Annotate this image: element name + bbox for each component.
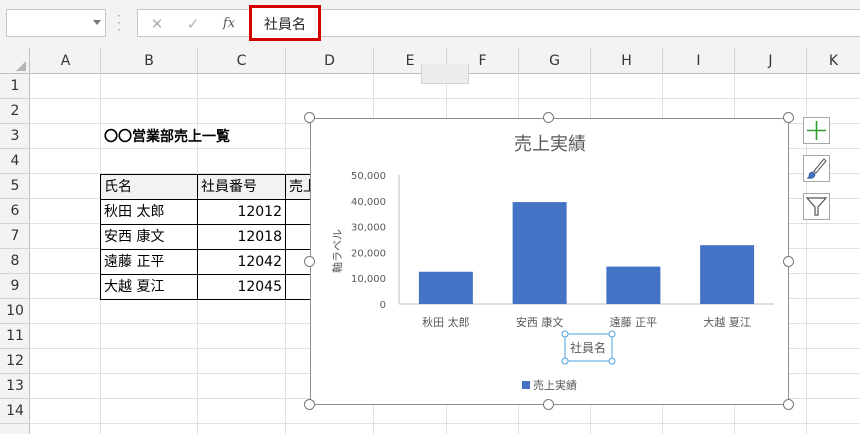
filter-icon [805, 197, 828, 216]
selection-handle[interactable] [608, 357, 616, 365]
column-header-I[interactable]: I [663, 48, 735, 74]
chart-elements-button[interactable] [803, 117, 830, 144]
row-header-4[interactable]: 4 [0, 149, 30, 174]
column-header-H[interactable]: H [591, 48, 663, 74]
chevron-down-icon[interactable] [93, 20, 101, 25]
table-cell-id[interactable]: 12042 [197, 249, 286, 275]
x-tick-label: 大越 夏江 [703, 315, 751, 329]
column-header-B[interactable]: B [101, 48, 198, 74]
bar[interactable] [512, 202, 567, 304]
row-header-8[interactable]: 8 [0, 249, 30, 274]
selection-handle[interactable] [608, 330, 616, 338]
chart-resize-handle[interactable] [783, 112, 794, 123]
plus-icon [807, 121, 826, 140]
column-header-J[interactable]: J [735, 48, 807, 74]
brush-icon [806, 158, 827, 179]
x-axis-labels: 秋田 太郎 安西 康文 遠藤 正平 大越 夏江 [422, 315, 751, 329]
column-header-C[interactable]: C [198, 48, 286, 74]
formula-highlight-box: 社員名 [249, 5, 321, 41]
chart-resize-handle[interactable] [783, 399, 794, 410]
row-header-1[interactable]: 1 [0, 74, 30, 99]
row-header-13[interactable]: 13 [0, 374, 30, 399]
table-cell-name[interactable]: 大越 夏江 [100, 274, 198, 300]
y-tick-label: 30,000 [351, 223, 386, 234]
insert-function-icon[interactable]: fx [218, 15, 240, 33]
x-tick-label: 安西 康文 [516, 315, 564, 329]
chart-resize-handle[interactable] [304, 256, 315, 267]
row-header-2[interactable]: 2 [0, 99, 30, 124]
chart-resize-handle[interactable] [543, 399, 554, 410]
chart-resize-handle[interactable] [783, 256, 794, 267]
table-cell-name[interactable]: 安西 康文 [100, 224, 198, 250]
table-header-id[interactable]: 社員番号 [197, 174, 286, 200]
row-header-11[interactable]: 11 [0, 324, 30, 349]
chart-resize-handle[interactable] [304, 399, 315, 410]
legend-swatch [522, 381, 530, 389]
grip-dots-icon[interactable]: · · · [116, 10, 122, 36]
y-tick-label: 50,000 [351, 171, 386, 182]
y-axis-title[interactable]: 軸ラベル [330, 229, 344, 273]
row-header-6[interactable]: 6 [0, 199, 30, 224]
formula-bar: · · · ✕ ✓ fx 社員名 [0, 0, 860, 48]
row-header-5[interactable]: 5 [0, 174, 30, 199]
row-header-14[interactable]: 14 [0, 399, 30, 424]
bar[interactable] [700, 245, 755, 304]
column-header-K[interactable]: K [807, 48, 860, 74]
table-header-name[interactable]: 氏名 [100, 174, 198, 200]
column-header-D[interactable]: D [286, 48, 374, 74]
table-cell-id[interactable]: 12045 [197, 274, 286, 300]
x-axis-title[interactable]: 社員名 [570, 340, 606, 355]
chart-filters-button[interactable] [803, 193, 830, 220]
cancel-icon[interactable]: ✕ [146, 15, 168, 33]
column-header-G[interactable]: G [519, 48, 591, 74]
column-header-A[interactable]: A [31, 48, 101, 74]
row-header-9[interactable]: 9 [0, 274, 30, 299]
x-tick-label: 遠藤 正平 [610, 316, 658, 329]
name-box[interactable] [6, 9, 106, 37]
sheet-title[interactable]: 〇〇営業部売上一覧 [104, 125, 230, 150]
formula-input[interactable] [247, 9, 860, 37]
chart-object[interactable]: 売上実績 軸ラベル 0 10,000 20,000 30,000 40,000 50,00… [310, 118, 789, 405]
chart-title[interactable]: 売上実績 [514, 134, 586, 155]
y-tick-label: 0 [380, 300, 386, 311]
bar[interactable] [606, 266, 661, 304]
row-header-bar: 1 2 3 4 5 6 7 8 9 10 11 12 13 14 [0, 74, 30, 434]
scroll-tab[interactable] [421, 64, 469, 84]
legend-label[interactable]: 売上実績 [533, 378, 577, 392]
bar-series[interactable] [418, 202, 755, 304]
select-all-button[interactable] [0, 48, 30, 74]
chart-resize-handle[interactable] [304, 112, 315, 123]
row-header-7[interactable]: 7 [0, 224, 30, 249]
row-header-10[interactable]: 10 [0, 299, 30, 324]
chart-resize-handle[interactable] [543, 112, 554, 123]
bar[interactable] [418, 271, 473, 304]
row-header-12[interactable]: 12 [0, 349, 30, 374]
chart-styles-button[interactable] [803, 155, 830, 182]
x-tick-label: 秋田 太郎 [422, 315, 470, 329]
y-tick-label: 40,000 [351, 197, 386, 208]
y-tick-label: 20,000 [351, 248, 386, 259]
row-header-3[interactable]: 3 [0, 124, 30, 149]
formula-tools: ✕ ✓ fx [137, 9, 247, 37]
selection-handle[interactable] [561, 357, 569, 365]
table-cell-name[interactable]: 遠藤 正平 [100, 249, 198, 275]
table-cell-id[interactable]: 12012 [197, 199, 286, 225]
y-tick-label: 10,000 [351, 274, 386, 285]
y-axis-ticks: 0 10,000 20,000 30,000 40,000 50,000 [351, 171, 386, 311]
select-all-icon [16, 61, 26, 71]
formula-value: 社員名 [264, 17, 306, 33]
bar-chart[interactable]: 売上実績 軸ラベル 0 10,000 20,000 30,000 40,000 50,00… [311, 119, 790, 406]
table-cell-name[interactable]: 秋田 太郎 [100, 199, 198, 225]
selection-handle[interactable] [561, 330, 569, 338]
enter-icon[interactable]: ✓ [182, 15, 204, 33]
table-cell-id[interactable]: 12018 [197, 224, 286, 250]
